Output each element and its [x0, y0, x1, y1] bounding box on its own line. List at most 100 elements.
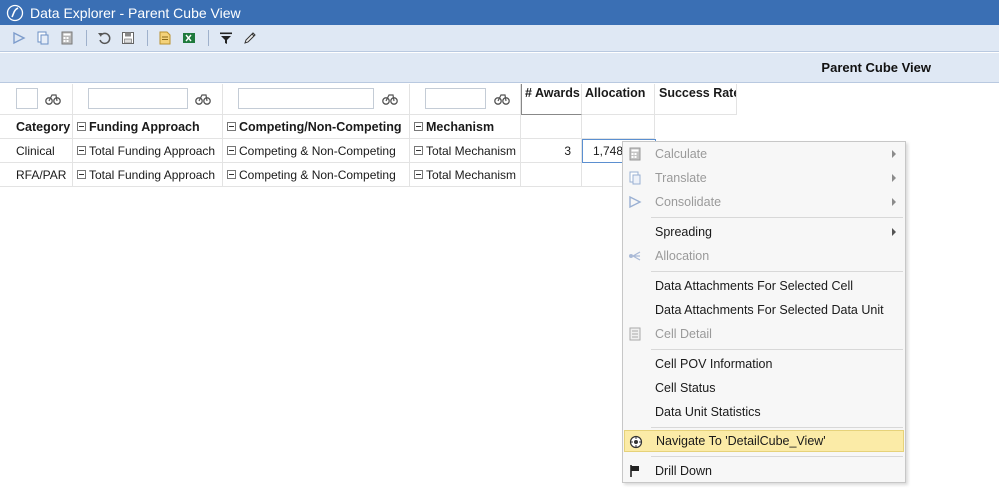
row-header-funding-label: Total Funding Approach: [89, 143, 216, 158]
menu-item-allocation-label: Allocation: [655, 249, 710, 263]
window-title: Data Explorer - Parent Cube View: [30, 4, 241, 21]
collapse-icon[interactable]: [414, 170, 423, 179]
data-cell-awards[interactable]: 3: [521, 139, 582, 163]
row-header-mechanism[interactable]: Total Mechanism: [410, 163, 521, 187]
data-cell-awards[interactable]: [521, 163, 582, 187]
collapse-icon[interactable]: [77, 122, 86, 131]
member-filter-icon[interactable]: [382, 92, 398, 106]
calculator-icon: [629, 147, 641, 161]
row-header-mechanism[interactable]: Total Mechanism: [410, 139, 521, 163]
collapse-icon[interactable]: [77, 146, 86, 155]
menu-item-allocation[interactable]: Allocation: [624, 245, 904, 267]
menu-item-attachments-cell[interactable]: Data Attachments For Selected Cell: [624, 275, 904, 297]
row-header-category: RFA/PAR: [0, 163, 73, 187]
filter-cell-funding: [73, 84, 223, 115]
menu-item-spreading[interactable]: Spreading: [624, 221, 904, 243]
menu-separator: [651, 271, 903, 272]
menu-item-pov-info[interactable]: Cell POV Information: [624, 353, 904, 375]
save-icon[interactable]: [117, 27, 139, 49]
navigate-icon: [629, 435, 643, 449]
view-title: Parent Cube View: [821, 60, 931, 75]
menu-item-translate-label: Translate: [655, 171, 707, 185]
menu-separator: [651, 456, 903, 457]
menu-separator: [651, 427, 903, 428]
collapse-icon[interactable]: [227, 146, 236, 155]
dim-header-competing-label: Competing/Non-Competing: [239, 119, 402, 134]
report-icon[interactable]: [154, 27, 176, 49]
menu-item-calculate[interactable]: Calculate: [624, 143, 904, 165]
collapse-icon[interactable]: [227, 122, 236, 131]
menu-item-attachments-unit[interactable]: Data Attachments For Selected Data Unit: [624, 299, 904, 321]
member-filter-icon[interactable]: [494, 92, 510, 106]
menu-item-spreading-label: Spreading: [655, 225, 712, 239]
dim-header-mechanism[interactable]: Mechanism: [410, 115, 521, 139]
submenu-arrow-icon: [892, 150, 896, 158]
filter-cell-competing: [223, 84, 410, 115]
copy-icon[interactable]: [32, 27, 54, 49]
menu-item-pov-info-label: Cell POV Information: [655, 357, 773, 371]
filter-input-funding[interactable]: [88, 88, 188, 109]
undo-icon[interactable]: [93, 27, 115, 49]
menu-item-drill-down[interactable]: Drill Down: [624, 460, 904, 482]
view-header: Parent Cube View: [0, 53, 999, 83]
row-header-funding[interactable]: Total Funding Approach: [73, 139, 223, 163]
dim-header-funding-label: Funding Approach: [89, 119, 200, 134]
menu-separator: [651, 217, 903, 218]
menu-item-consolidate-label: Consolidate: [655, 195, 722, 209]
menu-item-cell-detail[interactable]: Cell Detail: [624, 323, 904, 345]
filter-input-competing[interactable]: [238, 88, 374, 109]
dim-header-empty: [582, 115, 655, 139]
drill-down-icon: [630, 465, 639, 477]
menu-item-translate[interactable]: Translate: [624, 167, 904, 189]
row-header-funding[interactable]: Total Funding Approach: [73, 163, 223, 187]
dim-header-competing[interactable]: Competing/Non-Competing: [223, 115, 410, 139]
cell-detail-icon: [629, 327, 641, 341]
toolbar-separator: [86, 30, 87, 46]
col-header-awards[interactable]: # Awards: [521, 84, 582, 115]
col-header-allocation[interactable]: Allocation: [582, 84, 655, 115]
filter-icon[interactable]: [215, 27, 237, 49]
app-logo-icon: [5, 3, 25, 23]
translate-icon: [629, 171, 641, 185]
row-header-competing-label: Competing & Non-Competing: [239, 167, 396, 182]
excel-icon[interactable]: [178, 27, 200, 49]
menu-item-calculate-label: Calculate: [655, 147, 708, 161]
row-header-competing-label: Competing & Non-Competing: [239, 143, 396, 158]
dim-header-mechanism-label: Mechanism: [426, 119, 495, 134]
menu-item-navigate-label: Navigate To 'DetailCube_View': [656, 434, 826, 448]
row-header-competing[interactable]: Competing & Non-Competing: [223, 163, 410, 187]
dim-header-funding[interactable]: Funding Approach: [73, 115, 223, 139]
row-header-mechanism-label: Total Mechanism: [426, 167, 517, 182]
edit-icon[interactable]: [239, 27, 261, 49]
member-filter-icon[interactable]: [45, 92, 61, 106]
run-icon[interactable]: [8, 27, 30, 49]
collapse-icon[interactable]: [227, 170, 236, 179]
row-header-competing[interactable]: Competing & Non-Competing: [223, 139, 410, 163]
menu-item-navigate[interactable]: Navigate To 'DetailCube_View': [624, 430, 904, 452]
row-header-mechanism-label: Total Mechanism: [426, 143, 517, 158]
member-filter-icon[interactable]: [195, 92, 211, 106]
menu-item-consolidate[interactable]: Consolidate: [624, 191, 904, 213]
menu-item-attachments-unit-label: Data Attachments For Selected Data Unit: [655, 303, 884, 317]
dim-header-category: Category: [0, 115, 73, 139]
menu-separator: [651, 349, 903, 350]
title-bar: Data Explorer - Parent Cube View: [0, 0, 999, 25]
collapse-icon[interactable]: [77, 170, 86, 179]
filter-input-mechanism[interactable]: [425, 88, 486, 109]
collapse-icon[interactable]: [414, 146, 423, 155]
menu-item-unit-stats[interactable]: Data Unit Statistics: [624, 401, 904, 423]
filter-cell-category: [0, 84, 73, 115]
filter-input-category[interactable]: [16, 88, 38, 109]
row-header-category: Clinical: [0, 139, 73, 163]
dim-header-empty: [521, 115, 582, 139]
submenu-arrow-icon: [892, 228, 896, 236]
toolbar: [0, 25, 999, 52]
collapse-icon[interactable]: [414, 122, 423, 131]
toolbar-separator: [147, 30, 148, 46]
menu-item-cell-detail-label: Cell Detail: [655, 327, 712, 341]
filter-cell-mechanism: [410, 84, 521, 115]
menu-item-unit-stats-label: Data Unit Statistics: [655, 405, 761, 419]
calculator-icon[interactable]: [56, 27, 78, 49]
col-header-success-rate[interactable]: Success Rate: [655, 84, 737, 115]
menu-item-cell-status[interactable]: Cell Status: [624, 377, 904, 399]
